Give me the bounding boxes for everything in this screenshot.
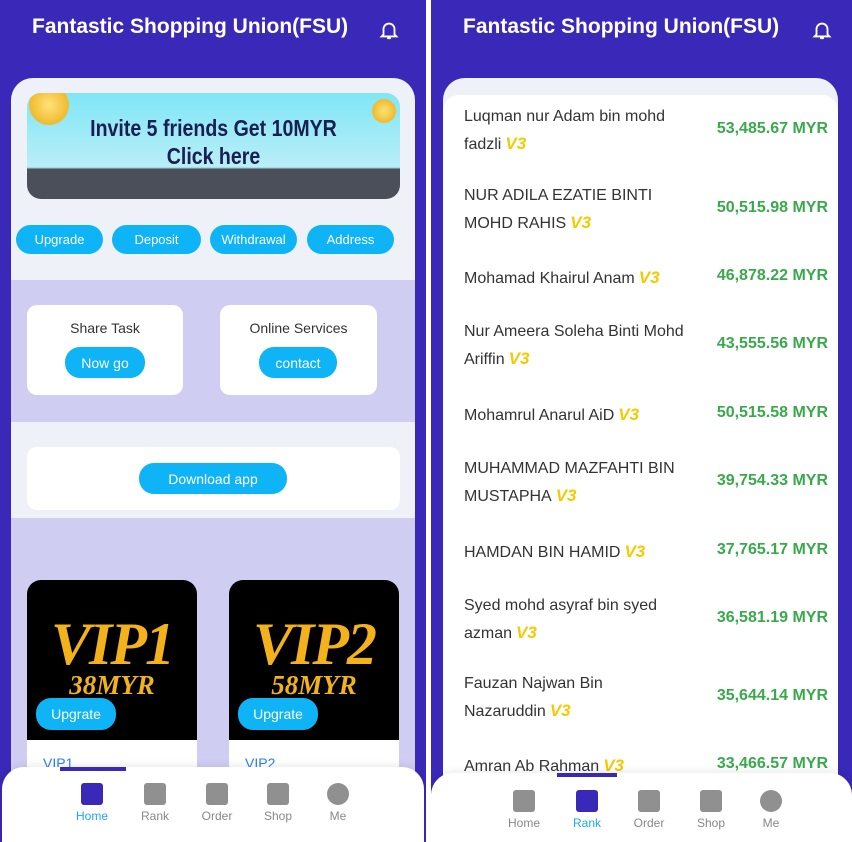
nav-rank[interactable]: Rank <box>562 790 612 830</box>
member-amount: 39,754.33 MYR <box>716 472 828 489</box>
rank-row: Nur Ameera Soleha Binti Mohd Ariffin V3 43… <box>464 318 828 372</box>
rank-row: MUHAMMAD MAZFAHTI BIN MUSTAPHA V3 39,754.3… <box>464 455 828 509</box>
member-amount: 46,878.22 MYR <box>716 267 828 284</box>
member-name: Luqman nur Adam bin mohd fadzli V3 <box>464 108 666 153</box>
nav-order[interactable]: Order <box>624 790 674 830</box>
member-name: Mohamrul Anarul AiD V3 <box>464 405 640 424</box>
member-name: Nur Ameera Soleha Binti Mohd Ariffin V3 <box>464 323 684 368</box>
home-icon <box>81 783 103 805</box>
home-screen: Fantastic Shopping Union(FSU) Invite 5 f… <box>0 0 426 842</box>
now-go-button[interactable]: Now go <box>65 347 145 378</box>
home-icon <box>513 790 535 812</box>
vip1-card: VIP1 38MYR Upgrate VIP1 <box>27 580 197 780</box>
rank-row: Fauzan Najwan Bin Nazaruddin V3 35,644.14 … <box>464 670 828 724</box>
order-icon <box>638 790 660 812</box>
member-amount: 35,644.14 MYR <box>716 687 828 704</box>
member-name: MUHAMMAD MAZFAHTI BIN MUSTAPHA V3 <box>464 460 675 505</box>
app-title: Fantastic Shopping Union(FSU) <box>463 15 780 38</box>
shop-icon <box>267 783 289 805</box>
nav-rank[interactable]: Rank <box>130 783 180 823</box>
online-services-card: Online Services contact <box>220 305 377 395</box>
vip-level-badge: V3 <box>505 134 527 153</box>
user-icon <box>327 783 349 805</box>
vip-level-badge: V3 <box>618 405 640 424</box>
vip2-upgrade-button[interactable]: Upgrate <box>238 698 318 730</box>
shop-icon <box>700 790 722 812</box>
bell-icon[interactable] <box>378 18 400 42</box>
upgrade-button[interactable]: Upgrade <box>16 225 103 254</box>
rank-row: HAMDAN BIN HAMID V3 37,765.17 MYR <box>464 524 828 578</box>
vip2-card: VIP2 58MYR Upgrate VIP2 <box>229 580 399 780</box>
contact-button[interactable]: contact <box>259 347 337 378</box>
rank-row: NUR ADILA EZATIE BINTI MOHD RAHIS V3 50,51… <box>464 182 828 236</box>
invite-banner[interactable]: Invite 5 friends Get 10MYR Click here <box>27 93 400 199</box>
rank-row: Mohamrul Anarul AiD V3 50,515.58 MYR <box>464 387 828 441</box>
nav-shop[interactable]: Shop <box>686 790 736 830</box>
rank-row: Mohamad Khairul Anam V3 46,878.22 MYR <box>464 250 828 304</box>
member-name: HAMDAN BIN HAMID V3 <box>464 542 646 561</box>
download-app-button[interactable]: Download app <box>139 463 287 494</box>
rank-icon <box>576 790 598 812</box>
rank-icon <box>144 783 166 805</box>
home-card: Invite 5 friends Get 10MYR Click here Up… <box>11 78 415 842</box>
vip-level-badge: V3 <box>555 486 577 505</box>
download-card: Download app <box>27 447 400 510</box>
nav-order[interactable]: Order <box>192 783 242 823</box>
bottom-nav: Home Rank Order Shop Me <box>431 773 852 842</box>
member-amount: 50,515.98 MYR <box>716 199 828 216</box>
bottom-nav: Home Rank Order Shop Me <box>2 767 424 842</box>
member-name: Mohamad Khairul Anam V3 <box>464 268 660 287</box>
order-icon <box>206 783 228 805</box>
address-button[interactable]: Address <box>307 225 394 254</box>
rank-list: Luqman nur Adam bin mohd fadzli V3 53,485.… <box>443 95 838 842</box>
member-name: Syed mohd asyraf bin syed azman V3 <box>464 597 657 642</box>
member-amount: 50,515.58 MYR <box>716 404 828 421</box>
vip-level-badge: V3 <box>508 349 530 368</box>
member-amount: 43,555.56 MYR <box>716 335 828 352</box>
nav-shop[interactable]: Shop <box>253 783 303 823</box>
share-task-card: Share Task Now go <box>27 305 183 395</box>
vip1-upgrade-button[interactable]: Upgrate <box>36 698 116 730</box>
rank-row: Luqman nur Adam bin mohd fadzli V3 53,485.… <box>464 103 828 157</box>
nav-me[interactable]: Me <box>313 783 363 823</box>
user-icon <box>760 790 782 812</box>
nav-me[interactable]: Me <box>746 790 796 830</box>
vip-level-badge: V3 <box>516 623 537 642</box>
rank-card: Luqman nur Adam bin mohd fadzli V3 53,485.… <box>443 78 838 842</box>
bell-icon[interactable] <box>811 18 833 42</box>
rank-screen: Fantastic Shopping Union(FSU) Luqman nur… <box>431 0 852 842</box>
withdrawal-button[interactable]: Withdrawal <box>210 225 297 254</box>
deposit-button[interactable]: Deposit <box>112 225 201 254</box>
app-title: Fantastic Shopping Union(FSU) <box>32 15 349 38</box>
vip-level-badge: V3 <box>570 213 592 232</box>
vip-level-badge: V3 <box>549 701 571 720</box>
vip-level-badge: V3 <box>624 542 646 561</box>
tasks-section: Share Task Now go Online Services contac… <box>11 280 415 422</box>
member-name: NUR ADILA EZATIE BINTI MOHD RAHIS V3 <box>464 187 653 232</box>
member-amount: 53,485.67 MYR <box>716 120 828 137</box>
vip-level-badge: V3 <box>638 268 660 287</box>
member-amount: 36,581.19 MYR <box>716 609 828 626</box>
nav-home[interactable]: Home <box>499 790 549 830</box>
member-name: Fauzan Najwan Bin Nazaruddin V3 <box>464 675 603 720</box>
member-amount: 33,466.57 MYR <box>716 755 828 772</box>
rank-row: Syed mohd asyraf bin syed azman V3 36,581.… <box>464 592 828 646</box>
nav-home[interactable]: Home <box>67 783 117 823</box>
member-amount: 37,765.17 MYR <box>716 541 828 558</box>
